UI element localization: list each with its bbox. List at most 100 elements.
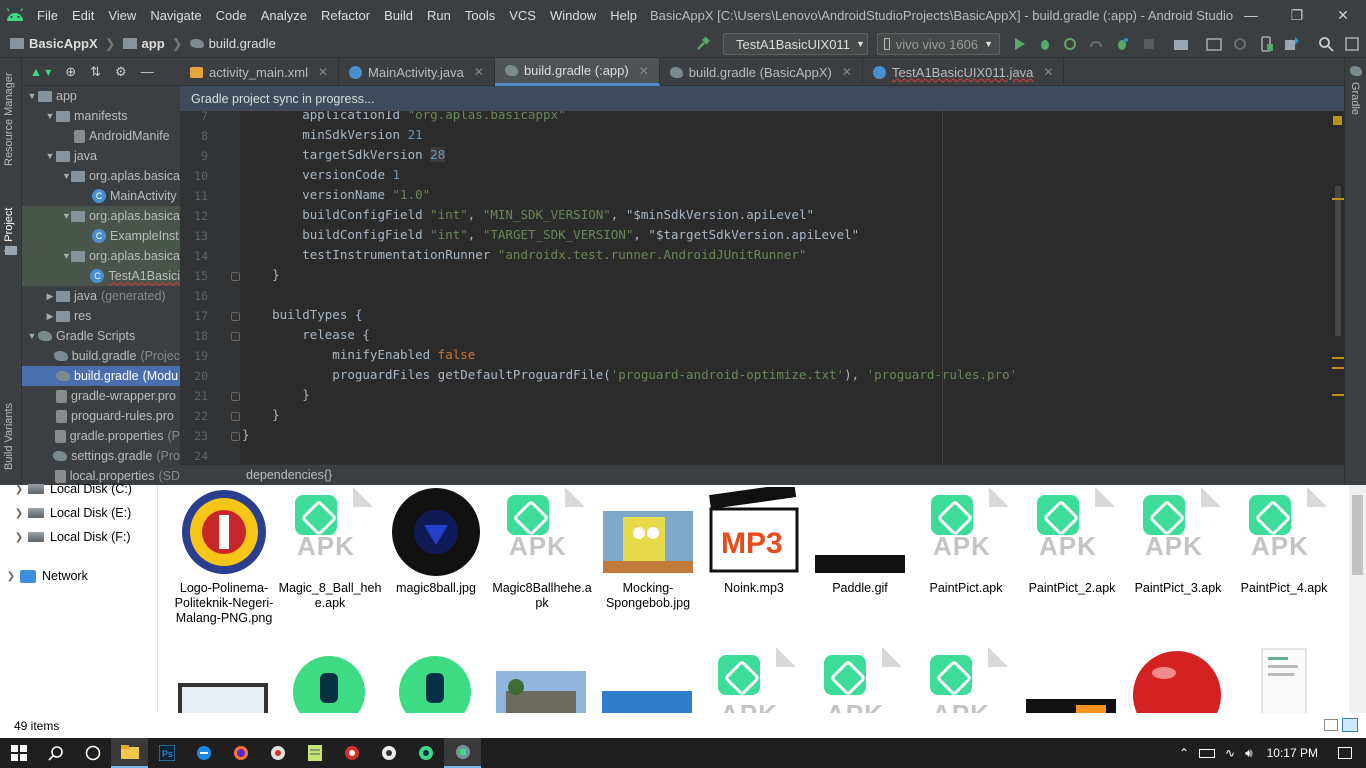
file-item[interactable]: APK PaintPict_4.apk: [1232, 487, 1336, 596]
document-thumbnail[interactable]: [1238, 647, 1330, 713]
fold-marker-icon[interactable]: [231, 332, 240, 341]
tree-item[interactable]: ▼ app: [22, 86, 180, 106]
menu-item-file[interactable]: File: [30, 8, 65, 23]
editor-tab[interactable]: build.gradle (:app) ✕: [494, 58, 660, 86]
expand-arrow-icon[interactable]: ▼: [44, 111, 56, 121]
menu-item-window[interactable]: Window: [543, 8, 603, 23]
nav-item[interactable]: ❯ Network: [2, 565, 88, 587]
profile-icon[interactable]: [1061, 35, 1079, 53]
tree-item[interactable]: ▶ java (generated): [22, 286, 180, 306]
menu-item-vcs[interactable]: VCS: [502, 8, 543, 23]
file-item[interactable]: APK PaintPict_2.apk: [1020, 487, 1124, 596]
warning-marker[interactable]: [1332, 198, 1344, 200]
sync-gradle-icon[interactable]: [1231, 35, 1249, 53]
editor-scrollbar[interactable]: [1335, 186, 1341, 336]
file-item[interactable]: magic8ball.jpg: [384, 487, 488, 596]
run-play-icon[interactable]: [1010, 35, 1028, 53]
screenshot-thumbnail[interactable]: [178, 647, 270, 713]
tree-item[interactable]: gradle.properties (P: [22, 426, 180, 446]
expand-chevron-icon[interactable]: ❯: [10, 508, 28, 519]
breadcrumb-module[interactable]: app: [142, 36, 165, 51]
edge-taskbar-icon[interactable]: [185, 738, 222, 768]
warning-marker[interactable]: [1332, 367, 1344, 369]
menu-item-view[interactable]: View: [101, 8, 143, 23]
tree-item[interactable]: ▼ java: [22, 146, 180, 166]
breadcrumb-file[interactable]: build.gradle: [209, 36, 276, 51]
file-explorer-taskbar-icon[interactable]: [111, 738, 148, 768]
close-icon[interactable]: ✕: [1320, 0, 1366, 30]
device-select[interactable]: vivo vivo 1606 ▼: [877, 33, 1000, 55]
collapse-arrow-icon[interactable]: ▶: [44, 311, 56, 322]
expand-chevron-icon[interactable]: ❯: [10, 484, 28, 495]
expand-arrow-icon[interactable]: ▼: [44, 151, 56, 161]
editor-tab[interactable]: TestA1BasicUIX011.java ✕: [863, 58, 1065, 86]
stop-icon[interactable]: [1140, 35, 1158, 53]
file-item[interactable]: MP3 Noink.mp3: [702, 485, 806, 596]
file-item[interactable]: APK: [708, 647, 800, 713]
file-item[interactable]: APK Magic8Ballhehe.apk: [490, 487, 594, 611]
tree-item[interactable]: ▼ org.aplas.basica: [22, 166, 180, 186]
menu-item-refactor[interactable]: Refactor: [314, 8, 377, 23]
app-taskbar-icon[interactable]: [259, 738, 296, 768]
gear-icon[interactable]: ⚙: [115, 64, 127, 80]
menu-item-run[interactable]: Run: [420, 8, 458, 23]
menu-item-code[interactable]: Code: [209, 8, 254, 23]
firefox-taskbar-icon[interactable]: [222, 738, 259, 768]
tree-item[interactable]: build.gradle (Modu: [22, 366, 180, 386]
android-studio-file-icon[interactable]: [390, 647, 482, 713]
close-tab-icon[interactable]: ✕: [639, 64, 649, 78]
battery-icon[interactable]: [1199, 748, 1215, 758]
chevron-up-icon[interactable]: ⌃: [1179, 746, 1189, 760]
menu-item-help[interactable]: Help: [603, 8, 644, 23]
avd-manager-icon[interactable]: [1257, 35, 1275, 53]
settings-icon[interactable]: [1343, 35, 1361, 53]
expand-arrow-icon[interactable]: ▼: [62, 171, 71, 181]
file-item[interactable]: APK PaintPict_3.apk: [1126, 487, 1230, 596]
sdk-manager-icon[interactable]: [1283, 35, 1301, 53]
expand-chevron-icon[interactable]: ❯: [10, 532, 28, 543]
fold-marker-icon[interactable]: [231, 392, 240, 401]
project-structure-icon[interactable]: [1172, 35, 1190, 53]
nav-item[interactable]: ❯ Local Disk (E:): [10, 502, 131, 524]
media-player-taskbar-icon[interactable]: [370, 738, 407, 768]
close-tab-icon[interactable]: ✕: [318, 65, 328, 79]
tree-item[interactable]: C TestA1Basici: [22, 266, 180, 286]
expand-arrow-icon[interactable]: ▼: [62, 251, 71, 261]
photoshop-taskbar-icon[interactable]: Ps: [148, 738, 185, 768]
debug-bug-icon[interactable]: [1036, 35, 1054, 53]
hide-panel-icon[interactable]: —: [141, 64, 154, 79]
tree-item[interactable]: ▼ org.aplas.basica: [22, 246, 180, 266]
menu-item-tools[interactable]: Tools: [458, 8, 502, 23]
expand-arrow-icon[interactable]: ▼: [26, 331, 38, 341]
github-thumbnail[interactable]: [1026, 647, 1118, 713]
file-item[interactable]: Mocking-Spongebob.jpg: [596, 487, 700, 611]
android-studio-file-icon[interactable]: [284, 647, 376, 713]
tree-item[interactable]: proguard-rules.pro: [22, 406, 180, 426]
tree-item[interactable]: C ExampleInst: [22, 226, 180, 246]
resource-manager-tool[interactable]: Resource Manager: [3, 72, 15, 166]
restore-icon[interactable]: ❐: [1274, 0, 1320, 30]
close-tab-icon[interactable]: ✕: [474, 65, 484, 79]
file-item[interactable]: Logo-Polinema-Politeknik-Negeri-Malang-P…: [172, 487, 276, 626]
warning-marker[interactable]: [1332, 394, 1344, 396]
fold-marker-icon[interactable]: [231, 272, 240, 281]
close-tab-icon[interactable]: ✕: [842, 65, 852, 79]
fold-marker-icon[interactable]: [231, 412, 240, 421]
collapse-all-icon[interactable]: ⇅: [90, 64, 101, 80]
expand-chevron-icon[interactable]: ❯: [2, 571, 20, 582]
file-item[interactable]: APK PaintPict.apk: [914, 487, 1018, 596]
apply-changes-icon[interactable]: [1087, 35, 1105, 53]
make-project-hammer-icon[interactable]: [694, 35, 712, 53]
locate-file-icon[interactable]: ⊕: [65, 64, 76, 80]
build-variants-tool[interactable]: Build Variants: [3, 403, 15, 470]
close-tab-icon[interactable]: ✕: [1043, 65, 1053, 79]
menu-item-analyze[interactable]: Analyze: [254, 8, 314, 23]
details-view-icon[interactable]: [1324, 719, 1338, 731]
blue-image-thumbnail[interactable]: [602, 647, 694, 713]
file-item[interactable]: APK: [814, 647, 906, 713]
task-view-icon[interactable]: [74, 738, 111, 768]
file-item[interactable]: APK: [920, 647, 1012, 713]
notepad-taskbar-icon[interactable]: [296, 738, 333, 768]
editor-breadcrumb[interactable]: dependencies{}: [180, 464, 1344, 485]
tree-item[interactable]: ▶ res: [22, 306, 180, 326]
